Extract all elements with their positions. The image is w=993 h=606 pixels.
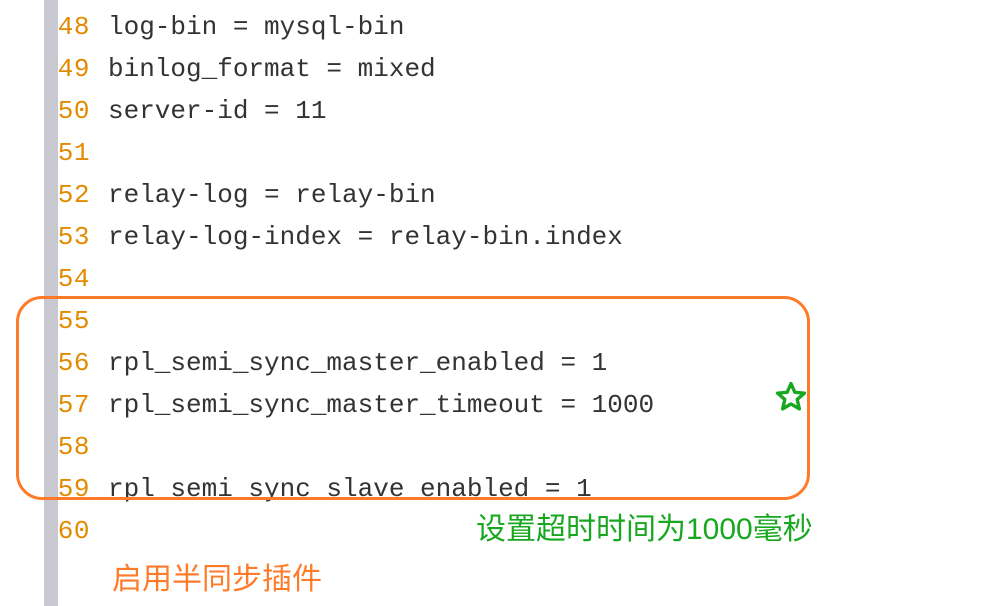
line-number: 55: [0, 300, 108, 342]
line-number: 56: [0, 342, 108, 384]
line-number: 49: [0, 48, 108, 90]
star-icon: [774, 380, 808, 414]
line-number: 58: [0, 426, 108, 468]
code-line: 57 rpl_semi_sync_master_timeout = 1000: [0, 384, 993, 426]
annotation-enable-plugin: 启用半同步插件: [112, 554, 322, 598]
code-text: rpl_semi_sync_master_timeout = 1000: [108, 384, 654, 426]
code-line: 52 relay-log = relay-bin: [0, 174, 993, 216]
code-text: server-id = 11: [108, 90, 326, 132]
line-number: 50: [0, 90, 108, 132]
code-text: relay-log = relay-bin: [108, 174, 436, 216]
code-line: 56 rpl_semi_sync_master_enabled = 1: [0, 342, 993, 384]
line-number: 54: [0, 258, 108, 300]
code-line: 54: [0, 258, 993, 300]
line-number: 57: [0, 384, 108, 426]
code-line: 48 log-bin = mysql-bin: [0, 6, 993, 48]
code-line: 49 binlog_format = mixed: [0, 48, 993, 90]
code-text: binlog_format = mixed: [108, 48, 436, 90]
line-number: 60: [0, 510, 108, 552]
annotation-timeout: 设置超时时间为1000毫秒: [476, 504, 813, 548]
line-number: 59: [0, 468, 108, 510]
code-text: relay-log-index = relay-bin.index: [108, 216, 623, 258]
code-text: log-bin = mysql-bin: [108, 6, 404, 48]
code-line: 51: [0, 132, 993, 174]
line-number: 53: [0, 216, 108, 258]
line-number: 52: [0, 174, 108, 216]
line-number: 48: [0, 6, 108, 48]
code-line: 50 server-id = 11: [0, 90, 993, 132]
code-line: 55: [0, 300, 993, 342]
code-line: 58: [0, 426, 993, 468]
code-text: rpl_semi_sync_master_enabled = 1: [108, 342, 607, 384]
line-number: 51: [0, 132, 108, 174]
code-line: 53 relay-log-index = relay-bin.index: [0, 216, 993, 258]
code-editor: 48 log-bin = mysql-bin 49 binlog_format …: [0, 0, 993, 552]
